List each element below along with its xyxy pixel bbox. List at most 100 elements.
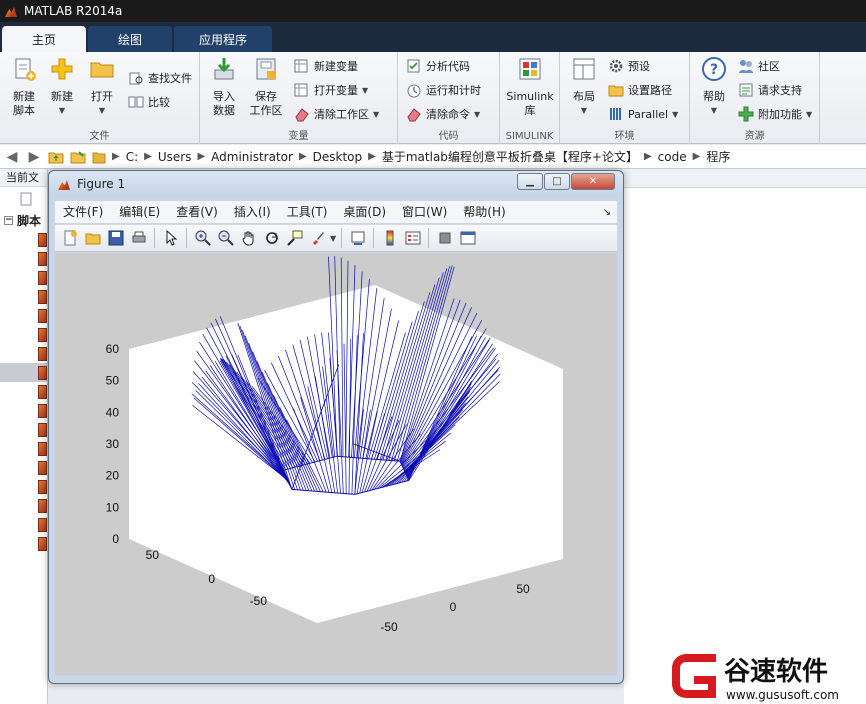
breadcrumb-segment[interactable]: 程序 — [706, 148, 730, 165]
chevron-down-icon[interactable]: ▼ — [330, 234, 336, 243]
list-item[interactable] — [0, 287, 47, 306]
find-files-button[interactable]: 查找文件 — [128, 68, 192, 88]
community-button[interactable]: 社区 — [738, 56, 780, 76]
list-item[interactable] — [0, 344, 47, 363]
m-file-icon — [38, 422, 47, 437]
up-folder-icon[interactable] — [48, 149, 64, 165]
m-file-icon — [38, 479, 47, 494]
brush-button[interactable] — [307, 228, 328, 249]
add-ons-button[interactable]: 附加功能 ▼ — [738, 104, 812, 124]
tab-home[interactable]: 主页 — [2, 26, 86, 52]
community-icon — [739, 60, 753, 73]
list-item[interactable] — [0, 496, 47, 515]
figure-plot-area[interactable]: 0 10 20 30 40 50 60 -50 0 50 -50 0 50 — [55, 253, 617, 675]
analyze-code-button[interactable]: 分析代码 — [406, 56, 470, 76]
insert-colorbar-button[interactable] — [379, 228, 400, 249]
new-variable-icon — [294, 59, 308, 73]
parallel-button[interactable]: Parallel ▼ — [608, 104, 678, 124]
menu-help[interactable]: 帮助(H) — [455, 201, 513, 223]
list-item[interactable] — [0, 439, 47, 458]
menu-desktop[interactable]: 桌面(D) — [335, 201, 394, 223]
plus-icon — [51, 58, 73, 80]
toolbar-separator — [154, 228, 155, 248]
breadcrumb-segment[interactable]: Users — [158, 150, 192, 164]
new-variable-button[interactable]: 新建变量 — [294, 56, 358, 76]
list-item[interactable] — [0, 458, 47, 477]
figure-title-bar[interactable]: Figure 1 ▁ □ ✕ — [49, 171, 623, 197]
menu-edit[interactable]: 编辑(E) — [111, 201, 168, 223]
clear-commands-button[interactable]: 清除命令 ▼ — [406, 104, 480, 124]
tree-group-scripts[interactable]: − 脚本 — [0, 211, 47, 230]
breadcrumb-segment[interactable]: code — [658, 150, 687, 164]
data-cursor-icon — [286, 230, 302, 246]
list-item[interactable] — [0, 477, 47, 496]
list-item[interactable] — [0, 420, 47, 439]
command-window-area[interactable] — [624, 188, 866, 704]
hide-plot-tools-button[interactable] — [434, 228, 455, 249]
toolbar-separator — [341, 228, 343, 248]
ribbon-group-variable: 导入 数据 保存 工作区 新建变量 打开变量 ▼ 清除工作区 ▼ 变量 — [200, 52, 398, 144]
show-plot-tools-button[interactable] — [457, 228, 478, 249]
breadcrumb-segment[interactable]: Desktop — [313, 150, 363, 164]
list-item[interactable] — [0, 249, 47, 268]
chevron-down-icon: ▼ — [710, 106, 718, 115]
collapse-icon[interactable]: − — [4, 216, 13, 225]
close-button[interactable]: ✕ — [571, 173, 615, 190]
back-arrow-icon[interactable]: ◀ — [4, 149, 20, 165]
open-file-button[interactable] — [82, 228, 103, 249]
clear-workspace-button[interactable]: 清除工作区 ▼ — [294, 104, 379, 124]
preferences-button[interactable]: 预设 — [608, 56, 650, 76]
tab-plots[interactable]: 绘图 — [88, 26, 172, 52]
request-support-button[interactable]: 请求支持 — [738, 80, 802, 100]
tab-apps[interactable]: 应用程序 — [174, 26, 272, 52]
run-and-time-button[interactable]: 运行和计时 — [406, 80, 481, 100]
mesh-plot[interactable]: 0 10 20 30 40 50 60 -50 0 50 -50 0 50 — [55, 253, 617, 675]
list-item[interactable] — [0, 268, 47, 287]
set-path-button[interactable]: 设置路径 — [608, 80, 672, 100]
help-button[interactable]: ? 帮助 ▼ — [690, 56, 738, 118]
minimize-button[interactable]: ▁ — [517, 173, 543, 190]
list-item[interactable] — [0, 230, 47, 249]
edit-plot-button[interactable] — [160, 228, 181, 249]
breadcrumb-segment[interactable]: C: — [126, 150, 138, 164]
pan-button[interactable] — [238, 228, 259, 249]
list-item[interactable] — [0, 325, 47, 344]
new-figure-button[interactable] — [59, 228, 80, 249]
chevron-down-icon: ▼ — [806, 109, 813, 119]
menu-tools[interactable]: 工具(T) — [279, 201, 336, 223]
zoom-out-icon — [218, 230, 234, 246]
zoom-in-button[interactable] — [192, 228, 213, 249]
list-item[interactable] — [0, 363, 47, 382]
link-plot-button[interactable] — [347, 228, 368, 249]
menu-insert[interactable]: 插入(I) — [226, 201, 279, 223]
list-item[interactable] — [0, 515, 47, 534]
m-file-icon — [38, 460, 47, 475]
menu-window[interactable]: 窗口(W) — [394, 201, 455, 223]
list-item[interactable] — [0, 306, 47, 325]
forward-arrow-icon[interactable]: ▶ — [26, 149, 42, 165]
menu-view[interactable]: 查看(V) — [168, 201, 226, 223]
rotate-icon — [265, 232, 278, 244]
insert-legend-button[interactable] — [402, 228, 423, 249]
list-item[interactable] — [0, 382, 47, 401]
open-variable-button[interactable]: 打开变量 ▼ — [294, 80, 368, 100]
breadcrumb-segment[interactable]: Administrator — [211, 150, 293, 164]
compare-button[interactable]: 比较 — [128, 92, 170, 112]
menu-file[interactable]: 文件(F) — [55, 201, 111, 223]
layout-button[interactable]: 布局 ▼ — [560, 56, 608, 118]
list-item[interactable] — [0, 534, 47, 553]
browse-folder-icon[interactable] — [70, 149, 86, 165]
open-button[interactable]: 打开 ▼ — [78, 56, 126, 118]
data-cursor-button[interactable] — [284, 228, 305, 249]
save-workspace-button[interactable]: 保存 工作区 — [242, 56, 290, 118]
dock-arrow-icon[interactable]: ↘ — [603, 207, 617, 218]
rotate-3d-button[interactable] — [261, 228, 282, 249]
list-item[interactable] — [0, 401, 47, 420]
save-figure-button[interactable] — [105, 228, 126, 249]
simulink-library-button[interactable]: Simulink 库 — [504, 56, 556, 118]
print-figure-button[interactable] — [128, 228, 149, 249]
import-data-button[interactable]: 导入 数据 — [200, 56, 248, 118]
zoom-out-button[interactable] — [215, 228, 236, 249]
maximize-button[interactable]: □ — [544, 173, 570, 190]
breadcrumb-segment[interactable]: 基于matlab编程创意平板折叠桌【程序+论文】 — [382, 148, 638, 165]
